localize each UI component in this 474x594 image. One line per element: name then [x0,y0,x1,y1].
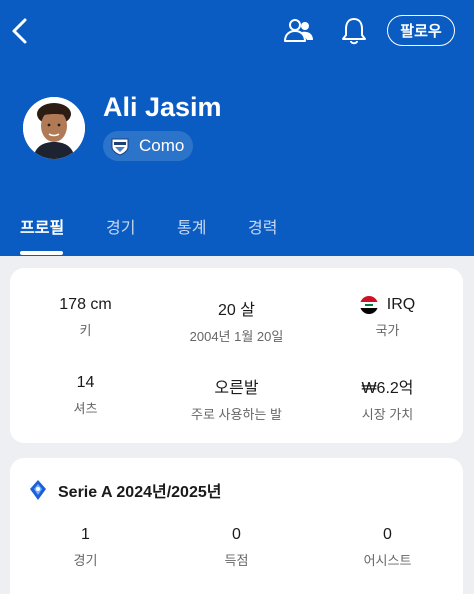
player-avatar [23,97,85,159]
country-cell: IRQ 국가 [312,296,463,339]
tab-stats[interactable]: 통계 [177,214,206,238]
follow-button[interactable]: 팔로우 [387,15,455,46]
league-title: Serie A 2024년/2025년 [58,484,222,501]
goals-cell: 0 득점 [161,526,312,569]
matches-value: 1 [81,526,90,543]
assists-cell: 0 어시스트 [312,526,463,569]
shirt-value: 14 [76,374,95,391]
shirt-cell: 14 셔츠 [10,374,161,417]
age-value: 20 살 [218,302,255,319]
bell-icon[interactable] [340,16,368,46]
back-arrow-icon[interactable] [8,16,32,46]
matches-label: 경기 [73,553,98,568]
foot-value: 오른발 [214,380,259,397]
player-name: Ali Jasim [103,92,222,122]
matches-cell: 1 경기 [10,526,161,569]
tab-profile[interactable]: 프로필 [20,214,64,238]
goals-value: 0 [232,526,241,543]
season-stats-card[interactable]: Serie A 2024년/2025년 1 경기 0 득점 0 어시스트 [10,458,463,594]
serie-a-logo-icon [30,480,46,500]
goals-label: 득점 [224,553,249,568]
shirt-label: 셔츠 [73,401,98,416]
country-label: 국가 [375,323,400,338]
active-tab-indicator [20,251,63,255]
tab-matches[interactable]: 경기 [106,214,135,238]
market-value-cell: ₩6.2억 시장 가치 [312,374,463,423]
league-header: Serie A 2024년/2025년 [28,478,221,502]
people-icon[interactable] [283,17,315,45]
team-badge[interactable]: Como [103,131,194,161]
profile-info-card: 178 cm 키 20 살 2004년 1월 20일 IRQ 국가 14 셔츠 … [10,268,463,443]
assists-label: 어시스트 [363,553,412,568]
height-value: 178 cm [59,296,112,313]
iraq-flag-icon [359,296,378,314]
height-cell: 178 cm 키 [10,296,161,339]
assists-value: 0 [383,526,392,543]
market-value-label: 시장 가치 [361,407,414,422]
profile-header: 팔로우 Ali Jasim Como 프로필 경기 통계 경력 [0,0,474,256]
team-name: Como [139,136,185,155]
foot-cell: 오른발 주로 사용하는 발 [161,374,312,423]
foot-label: 주로 사용하는 발 [191,407,282,422]
market-value: ₩6.2억 [361,380,414,397]
tab-career[interactable]: 경력 [248,214,277,238]
country-code: IRQ [386,296,416,313]
como-crest-icon [111,138,129,156]
birthdate-label: 2004년 1월 20일 [189,329,284,344]
height-label: 키 [79,323,92,338]
age-cell: 20 살 2004년 1월 20일 [161,296,312,345]
country-value: IRQ [312,296,463,314]
